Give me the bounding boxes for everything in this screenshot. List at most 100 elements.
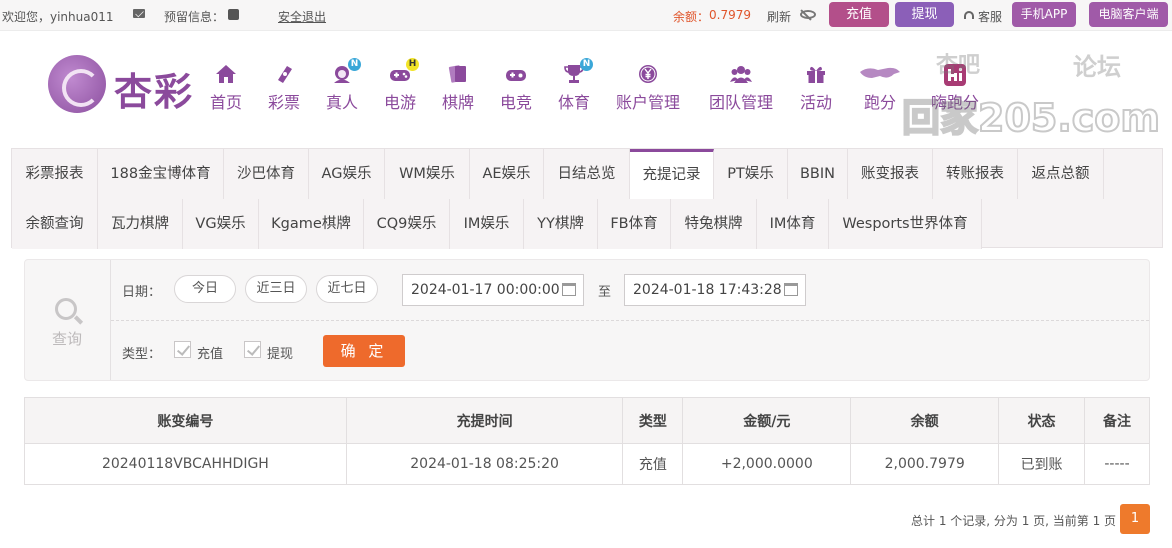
last-seven-days-button[interactable]: 近七日 [316, 275, 378, 303]
nav-slots[interactable]: H 电游 [370, 58, 430, 113]
headset-icon [964, 11, 974, 19]
nav-account[interactable]: 账户管理 [608, 64, 688, 113]
tab[interactable]: 账变报表 [848, 149, 933, 199]
tab[interactable]: 瓦力棋牌 [98, 199, 183, 249]
transaction-id-cell: 20240118VBCAHHDIGH [24, 443, 347, 485]
tab[interactable]: AG娱乐 [309, 149, 385, 199]
last-three-days-button[interactable]: 近三日 [245, 275, 307, 303]
new-badge: N [580, 58, 593, 71]
team-icon [730, 64, 752, 84]
refresh-link[interactable]: 刷新 [767, 8, 791, 25]
table-header-row: 账变编号 充提时间 类型 金额/元 余额 状态 备注 [24, 397, 1150, 444]
tab[interactable]: 沙巴体育 [224, 149, 309, 199]
end-date-value: 2024-01-18 17:43:28 [633, 282, 782, 298]
withdraw-checkbox[interactable] [244, 341, 261, 358]
tab[interactable]: WM娱乐 [385, 149, 470, 199]
tab[interactable]: CQ9娱乐 [364, 199, 450, 249]
tab[interactable]: 返点总额 [1018, 149, 1104, 199]
hide-balance-icon[interactable] [800, 10, 816, 19]
edit-icon[interactable] [228, 9, 239, 20]
tab-deposit-withdraw-records[interactable]: 充提记录 [630, 149, 714, 199]
tab[interactable]: 特兔棋牌 [671, 199, 757, 249]
tab[interactable]: Kgame棋牌 [259, 199, 364, 249]
query-label: 查询 [52, 330, 83, 348]
remark-cell: ----- [1084, 443, 1150, 485]
nav-sports[interactable]: N 体育 [544, 58, 604, 113]
column-header: 金额/元 [682, 397, 852, 444]
start-date-input[interactable]: 2024-01-17 00:00:00 [402, 274, 584, 306]
query-side: 查询 [25, 260, 111, 380]
watermark-text: 论坛 [1073, 53, 1121, 81]
table-row: 20240118VBCAHHDIGH 2024-01-18 08:25:20 充… [24, 443, 1150, 485]
nav-label: 电游 [383, 93, 416, 112]
tab[interactable]: IM娱乐 [450, 199, 524, 249]
status-badge: 已到账 [998, 443, 1086, 485]
confirm-button[interactable]: 确 定 [323, 335, 405, 367]
nav-label: 彩票 [267, 93, 300, 112]
running-dog-icon [858, 64, 902, 84]
nav-lottery[interactable]: 彩票 [254, 64, 314, 113]
amount-cell: +2,000.0000 [682, 443, 852, 485]
tab[interactable]: 余额查询 [12, 199, 98, 249]
pagination-summary: 总计 1 个记录, 分为 1 页, 当前第 1 页 [911, 514, 1117, 528]
today-button[interactable]: 今日 [174, 275, 236, 303]
main-header: 杏彩 首页 彩票 N 真人 H 电游 棋牌 电竞 N 体育 账户管理 团队管理 … [0, 31, 1172, 148]
tab[interactable]: 日结总览 [544, 149, 630, 199]
mobile-app-button[interactable]: 手机APP [1012, 2, 1076, 27]
mail-icon[interactable] [133, 9, 145, 18]
calendar-icon[interactable] [784, 283, 798, 296]
tab[interactable]: Wesports世界体育 [829, 199, 982, 249]
nav-chess[interactable]: 棋牌 [428, 64, 488, 113]
tab[interactable]: AE娱乐 [470, 149, 544, 199]
tab[interactable]: PT娱乐 [714, 149, 788, 199]
start-date-value: 2024-01-17 00:00:00 [411, 282, 560, 298]
tab[interactable]: YY棋牌 [524, 199, 598, 249]
pc-client-button[interactable]: 电脑客户端 [1089, 2, 1168, 27]
nav-esports[interactable]: 电竞 [486, 64, 546, 113]
top-bar: 欢迎您，yinhua011 预留信息： 安全退出 余额： 0.7979 刷新 充… [0, 0, 1172, 31]
nav-team[interactable]: 团队管理 [701, 64, 781, 113]
date-label: 日期： [122, 285, 162, 300]
nav-activity[interactable]: 活动 [786, 64, 846, 113]
type-label: 类型： [122, 347, 162, 362]
tab[interactable]: FB体育 [598, 199, 671, 249]
nav-label: 体育 [557, 93, 590, 112]
page-button-current[interactable]: 1 [1120, 504, 1150, 534]
tab[interactable]: 转账报表 [933, 149, 1018, 199]
watermark-text: 杏吧 [936, 53, 981, 78]
deposit-button[interactable]: 充值 [829, 2, 889, 27]
nav-label: 电竞 [499, 93, 532, 112]
brand-logo-emblem[interactable] [48, 55, 106, 113]
greeting-text: 欢迎您，yinhua011 [2, 10, 114, 24]
nav-label: 团队管理 [708, 93, 773, 112]
nav-label: 真人 [325, 93, 358, 112]
tab[interactable]: BBIN [788, 149, 848, 199]
nav-live[interactable]: N 真人 [312, 58, 372, 113]
esports-gamepad-icon [505, 64, 527, 84]
balance-label: 余额： [673, 10, 710, 24]
brand-logo-text[interactable]: 杏彩 [114, 61, 194, 116]
tab[interactable]: IM体育 [757, 199, 829, 249]
trophy-icon: N [563, 58, 593, 84]
calendar-icon[interactable] [562, 283, 576, 296]
withdraw-button[interactable]: 提现 [895, 2, 954, 27]
lottery-ticket-icon [273, 64, 295, 84]
customer-service-link[interactable]: 客服 [978, 8, 1002, 25]
reserved-message-label: 预留信息： [164, 10, 225, 24]
balance-value: 0.7979 [709, 8, 751, 22]
nav-home[interactable]: 首页 [196, 64, 256, 113]
deposit-checkbox[interactable] [174, 341, 191, 358]
end-date-input[interactable]: 2024-01-18 17:43:28 [624, 274, 806, 306]
tab[interactable]: 彩票报表 [12, 149, 98, 199]
column-header: 备注 [1084, 397, 1150, 444]
live-dealer-icon: N [331, 58, 361, 84]
tab[interactable]: VG娱乐 [183, 199, 259, 249]
nav-label: 账户管理 [615, 93, 680, 112]
column-header: 状态 [998, 397, 1086, 444]
logout-link[interactable]: 安全退出 [278, 8, 326, 25]
home-icon [215, 64, 237, 84]
nav-label: 活动 [799, 93, 832, 112]
column-header: 账变编号 [24, 397, 347, 444]
gift-icon [805, 64, 827, 84]
tab[interactable]: 188金宝博体育 [98, 149, 224, 199]
